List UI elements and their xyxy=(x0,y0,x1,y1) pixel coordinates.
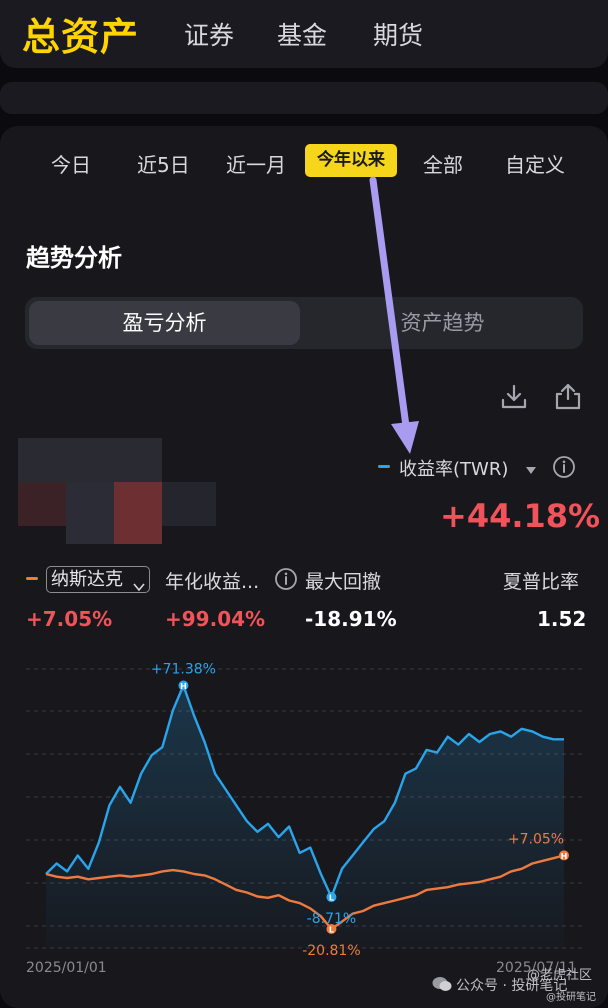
annotation-arrow xyxy=(369,176,419,454)
watermark-line3: @投研笔记 xyxy=(546,992,596,1003)
wechat-icon xyxy=(432,976,452,996)
assets-page: 总资产 证券 基金 期货 今日 近5日 近一月 今年以来 全部 自定义 趋势分析… xyxy=(0,0,608,1008)
watermark-line2: @老虎社区 xyxy=(527,968,593,983)
